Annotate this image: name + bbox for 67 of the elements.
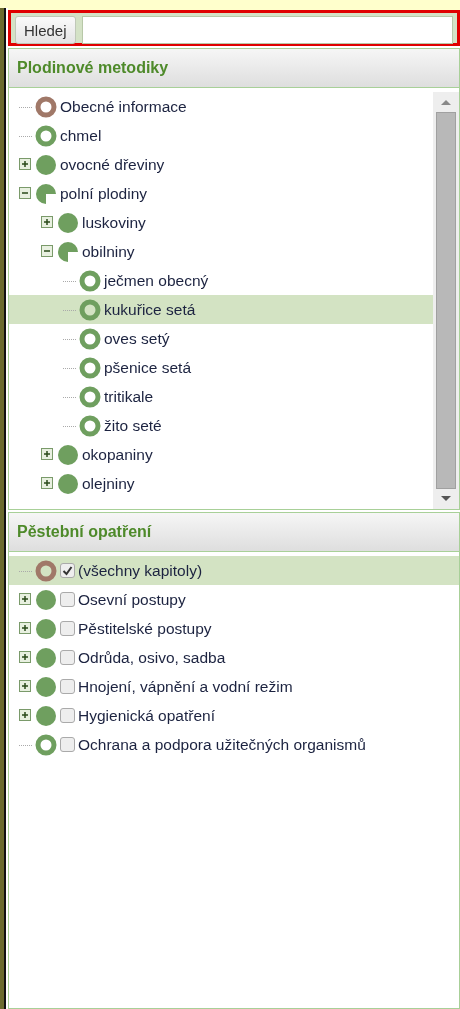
checkbox[interactable] bbox=[60, 679, 75, 694]
tree-item[interactable]: žito seté bbox=[9, 411, 433, 440]
tree-item[interactable]: (všechny kapitoly) bbox=[9, 556, 459, 585]
tree-item[interactable]: ovocné dřeviny bbox=[9, 150, 433, 179]
scrollbar[interactable] bbox=[433, 92, 459, 509]
tree-label: Hnojení, vápnění a vodní režim bbox=[78, 677, 293, 696]
scroll-down-icon[interactable] bbox=[440, 495, 452, 503]
tree-label: okopaniny bbox=[82, 445, 153, 464]
tree-label: Hygienická opatření bbox=[78, 706, 215, 725]
expand-icon[interactable] bbox=[41, 448, 54, 461]
expand-icon[interactable] bbox=[19, 593, 32, 606]
expand-icon[interactable] bbox=[41, 477, 54, 490]
checkbox[interactable] bbox=[60, 650, 75, 665]
tree-item[interactable]: kukuřice setá bbox=[9, 295, 433, 324]
tree-label: luskoviny bbox=[82, 213, 146, 232]
expand-icon[interactable] bbox=[19, 680, 32, 693]
checkbox[interactable] bbox=[60, 737, 75, 752]
tree-label: Odrůda, osivo, sadba bbox=[78, 648, 226, 667]
tree-item[interactable]: Hygienická opatření bbox=[9, 701, 459, 730]
tree-label: žito seté bbox=[104, 416, 162, 435]
tree-item[interactable]: Odrůda, osivo, sadba bbox=[9, 643, 459, 672]
tree-label: tritikale bbox=[104, 387, 154, 406]
panel-title: Pěstební opatření bbox=[9, 513, 459, 552]
expand-icon[interactable] bbox=[19, 709, 32, 722]
checkbox[interactable] bbox=[60, 621, 75, 636]
tree-label: Pěstitelské postupy bbox=[78, 619, 212, 638]
tree-label: obilniny bbox=[82, 242, 135, 261]
checkbox[interactable] bbox=[60, 592, 75, 607]
tree-item[interactable]: obilniny bbox=[9, 237, 433, 266]
expand-icon[interactable] bbox=[19, 651, 32, 664]
expand-icon[interactable] bbox=[41, 216, 54, 229]
tree-item[interactable]: olejniny bbox=[9, 469, 433, 498]
expand-icon[interactable] bbox=[19, 622, 32, 635]
tree-item[interactable]: chmel bbox=[9, 121, 433, 150]
tree-label: Osevní postupy bbox=[78, 590, 186, 609]
tree-label: (všechny kapitoly) bbox=[78, 561, 203, 580]
collapse-icon[interactable] bbox=[19, 187, 32, 200]
tree-label: pšenice setá bbox=[104, 358, 192, 377]
checkbox[interactable] bbox=[60, 563, 75, 578]
panel-title: Plodinové metodiky bbox=[9, 49, 459, 88]
tree-item[interactable]: tritikale bbox=[9, 382, 433, 411]
collapse-icon[interactable] bbox=[41, 245, 54, 258]
checkbox[interactable] bbox=[60, 708, 75, 723]
scroll-up-icon[interactable] bbox=[440, 98, 452, 106]
tree-label: polní plodiny bbox=[60, 184, 148, 203]
tree-item[interactable]: Pěstitelské postupy bbox=[9, 614, 459, 643]
tree-label: kukuřice setá bbox=[104, 300, 196, 319]
search-field[interactable] bbox=[81, 16, 453, 44]
tree-label: oves setý bbox=[104, 329, 170, 348]
tree-label: ječmen obecný bbox=[104, 271, 209, 290]
tree-item[interactable]: oves setý bbox=[9, 324, 433, 353]
search-button[interactable]: Hledej bbox=[15, 16, 76, 44]
tree-item[interactable]: luskoviny bbox=[9, 208, 433, 237]
tree-label: Ochrana a podpora užitečných organismů bbox=[78, 735, 366, 754]
tree-item[interactable]: polní plodiny bbox=[9, 179, 433, 208]
tree-label: chmel bbox=[60, 126, 102, 145]
tree-label: Obecné informace bbox=[60, 97, 187, 116]
tree-label: olejniny bbox=[82, 474, 135, 493]
tree-item[interactable]: pšenice setá bbox=[9, 353, 433, 382]
tree-item[interactable]: Hnojení, vápnění a vodní režim bbox=[9, 672, 459, 701]
tree-item[interactable]: Obecné informace bbox=[9, 92, 433, 121]
expand-icon[interactable] bbox=[19, 158, 32, 171]
tree-label: ovocné dřeviny bbox=[60, 155, 165, 174]
tree-item[interactable]: okopaniny bbox=[9, 440, 433, 469]
tree-item[interactable]: Ochrana a podpora užitečných organismů bbox=[9, 730, 459, 759]
tree-item[interactable]: ječmen obecný bbox=[9, 266, 433, 295]
tree-item[interactable]: Osevní postupy bbox=[9, 585, 459, 614]
